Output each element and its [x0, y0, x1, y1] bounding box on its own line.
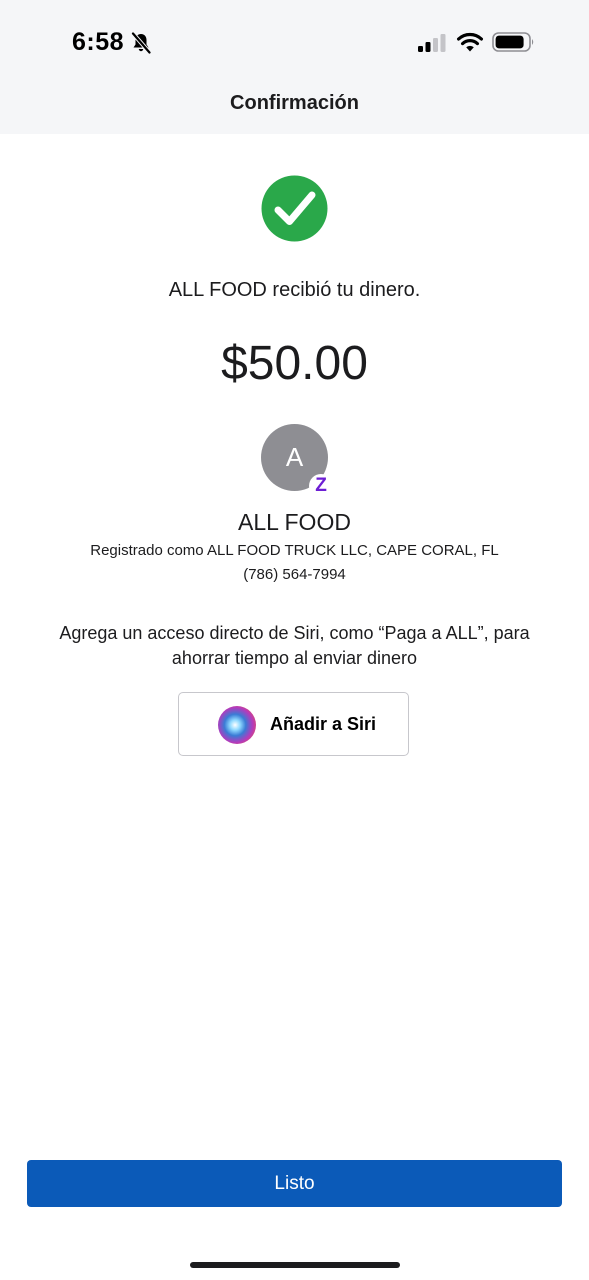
payment-amount: $50.00: [221, 337, 368, 390]
battery-icon: [492, 32, 534, 52]
siri-icon: [218, 706, 256, 744]
add-to-siri-button[interactable]: Añadir a Siri: [178, 692, 409, 756]
add-to-siri-label: Añadir a Siri: [270, 714, 377, 734]
recipient-phone: (786) 564-7994: [243, 566, 346, 583]
top-bar: 6:58 Confirmación: [0, 0, 589, 134]
home-indicator[interactable]: [190, 1262, 400, 1268]
confirmation-message: ALL FOOD recibió tu dinero.: [168, 279, 421, 301]
bell-slash-icon: [131, 32, 151, 54]
recipient-name: ALL FOOD: [238, 509, 351, 535]
wifi-icon: [457, 32, 483, 52]
checkmark-circle-icon: [261, 175, 328, 242]
status-time: 6:58: [72, 28, 125, 56]
siri-shortcut-prompt: Agrega un acceso directo de Siri, como “…: [59, 623, 530, 668]
zelle-icon: Z: [309, 474, 333, 498]
confirmation-screen: 6:58 Confirmación ALL FOOD recibió tu di…: [0, 0, 589, 1280]
cellular-signal-icon: [418, 34, 446, 52]
page-title: Confirmación: [230, 92, 359, 114]
done-button[interactable]: Listo: [27, 1160, 562, 1207]
recipient-registered-as: Registrado como ALL FOOD TRUCK LLC, CAPE…: [90, 542, 499, 559]
